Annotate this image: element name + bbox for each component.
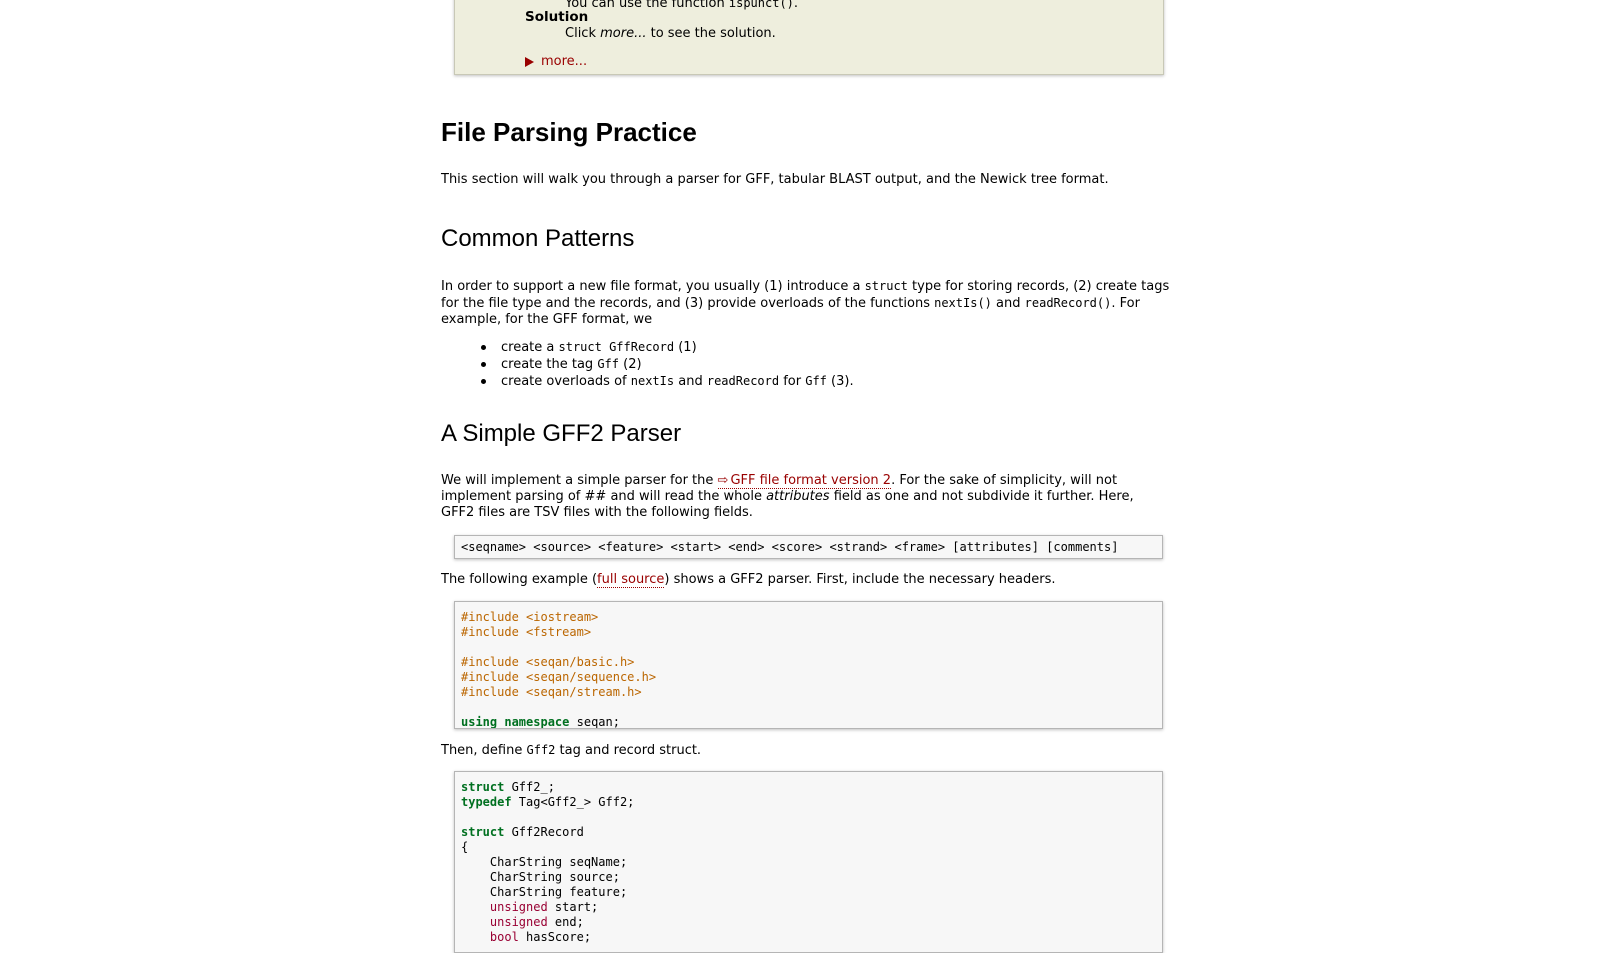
link-label: GFF file format version 2 (730, 473, 892, 488)
struct-code-box: struct Gff2_; typedef Tag<Gff2_> Gff2; s… (454, 771, 1163, 953)
list-item: create a struct GffRecord (1) (481, 339, 854, 356)
hint-prefix: You can use the function (565, 0, 729, 11)
text: (3). (826, 374, 854, 389)
code: nextIs (630, 374, 675, 388)
keyword: using (461, 715, 498, 729)
code-line: #include <iostream> (461, 610, 599, 624)
fields-code-box: <seqname> <source> <feature> <start> <en… (454, 535, 1163, 559)
hint-text: You can use the function ispunct(). (565, 0, 798, 11)
solution-label: Solution (525, 9, 589, 25)
code-line: #include <seqan/basic.h> (461, 655, 635, 669)
type-keyword: bool (489, 930, 519, 944)
text: (2) (619, 357, 642, 372)
code-text: hasScore; (518, 930, 592, 944)
section-title-gff2-parser: A Simple GFF2 Parser (441, 420, 682, 447)
text: and will read the whole (606, 489, 767, 504)
more-toggle[interactable]: more... (525, 54, 587, 69)
text: create a (501, 340, 559, 355)
keyword: struct (461, 825, 505, 839)
section-intro: This section will walk you through a par… (441, 172, 1109, 187)
text: create the tag (501, 357, 598, 372)
code-text: Gff2_; (504, 780, 555, 794)
page: You can use the function ispunct(). Solu… (0, 0, 1600, 953)
external-link-icon: ⇨ (717, 473, 729, 488)
code-text: Tag<Gff2_> Gff2; (511, 795, 635, 809)
solution-click: Click (565, 26, 601, 41)
solution-more: more... (600, 26, 647, 41)
hint-code: ispunct() (728, 0, 794, 10)
code-line: #include <fstream> (461, 625, 592, 639)
code-line: #include <seqan/sequence.h> (461, 670, 657, 684)
code-text: CharString feature; (461, 885, 628, 899)
expand-triangle-icon (525, 56, 534, 67)
code: Gff2 (526, 743, 556, 757)
solution-text: Click more... to see the solution. (565, 26, 776, 41)
section-title-file-parsing: File Parsing Practice (441, 117, 697, 147)
list-item: create overloads of nextIs and readRecor… (481, 373, 854, 390)
code: readRecord() (1024, 296, 1112, 310)
code-text: end; (547, 915, 584, 929)
text: and (674, 374, 707, 389)
code-text: CharString source; (461, 870, 620, 884)
example-paragraph: The following example (full source) show… (441, 572, 1181, 588)
text: and (991, 296, 1025, 311)
type-keyword: unsigned (489, 900, 548, 914)
emphasis: ## (584, 489, 607, 504)
code: nextIs() (934, 296, 992, 310)
struct-code: struct Gff2_; typedef Tag<Gff2_> Gff2; s… (455, 772, 1162, 952)
code-line: #include <seqan/stream.h> (461, 685, 642, 699)
keyword: typedef (461, 795, 512, 809)
list-item: create the tag Gff (2) (481, 356, 854, 373)
patterns-list: create a struct GffRecord (1) create the… (481, 339, 854, 390)
headers-code: #include <iostream> #include <fstream> #… (455, 602, 1162, 729)
gff2-paragraph: We will implement a simple parser for th… (441, 473, 1171, 521)
code: Gff (805, 374, 827, 388)
emphasis: attributes (766, 489, 830, 504)
common-patterns-paragraph: In order to support a new file format, y… (441, 278, 1181, 328)
text: The following example ( (441, 572, 598, 587)
code-text: { (461, 840, 469, 854)
code: struct (864, 279, 908, 293)
code-text: start; (547, 900, 599, 914)
headers-code-box: #include <iostream> #include <fstream> #… (454, 601, 1163, 729)
text: In order to support a new file format, y… (441, 279, 865, 294)
code-text: seqan; (569, 715, 620, 729)
keyword: struct (461, 780, 505, 794)
text: tag and record struct. (555, 743, 702, 758)
solution-rest: to see the solution. (646, 26, 776, 41)
keyword: namespace (504, 715, 570, 729)
gff-spec-link[interactable]: ⇨ GFF file format version 2 (717, 473, 892, 489)
text: ) shows a GFF2 parser. First, include th… (664, 572, 1056, 587)
section-title-common-patterns: Common Patterns (441, 225, 635, 252)
assignment-box: You can use the function ispunct(). Solu… (454, 0, 1164, 75)
code: readRecord (706, 374, 780, 388)
full-source-link[interactable]: full source (597, 572, 665, 588)
code-text: CharString seqName; (461, 855, 628, 869)
more-link-label: more... (541, 54, 588, 69)
text: We will implement a simple parser for th… (441, 473, 718, 488)
text: create overloads of (501, 374, 631, 389)
code: struct GffRecord (558, 340, 675, 354)
text: (1) (674, 340, 697, 355)
text: for (779, 374, 806, 389)
then-paragraph: Then, define Gff2 tag and record struct. (441, 742, 1181, 759)
code-text: Gff2Record (504, 825, 584, 839)
code: Gff (597, 357, 620, 371)
text: Then, define (441, 743, 527, 758)
fields-line: <seqname> <source> <feature> <start> <en… (461, 540, 1119, 554)
hint-suffix: . (793, 0, 799, 11)
type-keyword: unsigned (489, 915, 548, 929)
